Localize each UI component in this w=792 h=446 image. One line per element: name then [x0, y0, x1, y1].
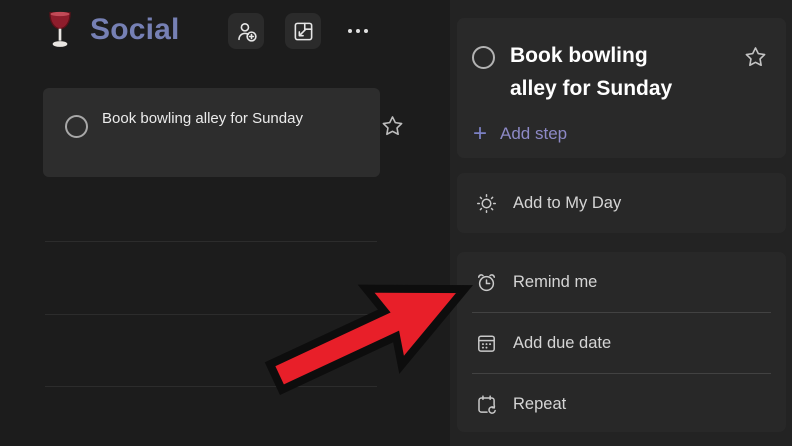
action-label: Remind me: [513, 272, 598, 291]
plus-icon: +: [473, 120, 488, 147]
task-detail-panel: Book bowling alley for Sunday + Add step…: [450, 0, 792, 446]
action-label: Add due date: [513, 333, 612, 352]
list-view-panel: Social Book bowling alley for Sunday: [0, 0, 450, 446]
add-step-button[interactable]: + Add step: [473, 120, 567, 148]
detail-star-button[interactable]: [744, 46, 767, 69]
task-list-item[interactable]: Book bowling alley for Sunday: [43, 88, 380, 177]
detail-task-title: Book bowling alley for Sunday: [510, 44, 673, 100]
app-window: Social Book bowling alley for Sunday Boo…: [0, 0, 792, 446]
add-step-label: Add step: [500, 124, 568, 143]
action-label: Add to My Day: [513, 193, 622, 212]
detail-task-card: Book bowling alley for Sunday + Add step: [457, 18, 786, 158]
remind-me-button[interactable]: Remind me: [457, 252, 786, 312]
task-checkbox[interactable]: [65, 115, 88, 138]
more-options-button[interactable]: [340, 13, 376, 49]
star-icon: [381, 115, 404, 138]
sun-icon: [474, 191, 499, 216]
add-to-my-day-card: Add to My Day: [457, 173, 786, 233]
action-label: Repeat: [513, 394, 567, 413]
share-list-button[interactable]: [228, 13, 264, 49]
list-divider: [45, 314, 377, 315]
scheduling-card: Remind me Add due date Repeat: [457, 252, 786, 432]
repeat-button[interactable]: Repeat: [457, 374, 786, 434]
star-button[interactable]: [381, 115, 404, 138]
calendar-icon: [474, 331, 499, 356]
list-title: Social: [90, 13, 180, 46]
list-divider: [45, 386, 377, 387]
repeat-icon: [474, 392, 499, 417]
task-title: Book bowling alley for Sunday: [102, 110, 303, 127]
alarm-clock-icon: [474, 270, 499, 295]
person-add-icon: [234, 19, 259, 44]
ellipsis-icon: [348, 29, 352, 33]
add-to-my-day-button[interactable]: Add to My Day: [457, 173, 786, 233]
wine-glass-icon: [49, 11, 71, 47]
star-icon: [744, 46, 767, 69]
popout-window-icon: [291, 19, 316, 44]
list-divider: [45, 241, 377, 242]
detail-task-checkbox[interactable]: [472, 46, 495, 69]
popout-button[interactable]: [285, 13, 321, 49]
list-header: Social: [0, 0, 450, 64]
add-due-date-button[interactable]: Add due date: [457, 313, 786, 373]
